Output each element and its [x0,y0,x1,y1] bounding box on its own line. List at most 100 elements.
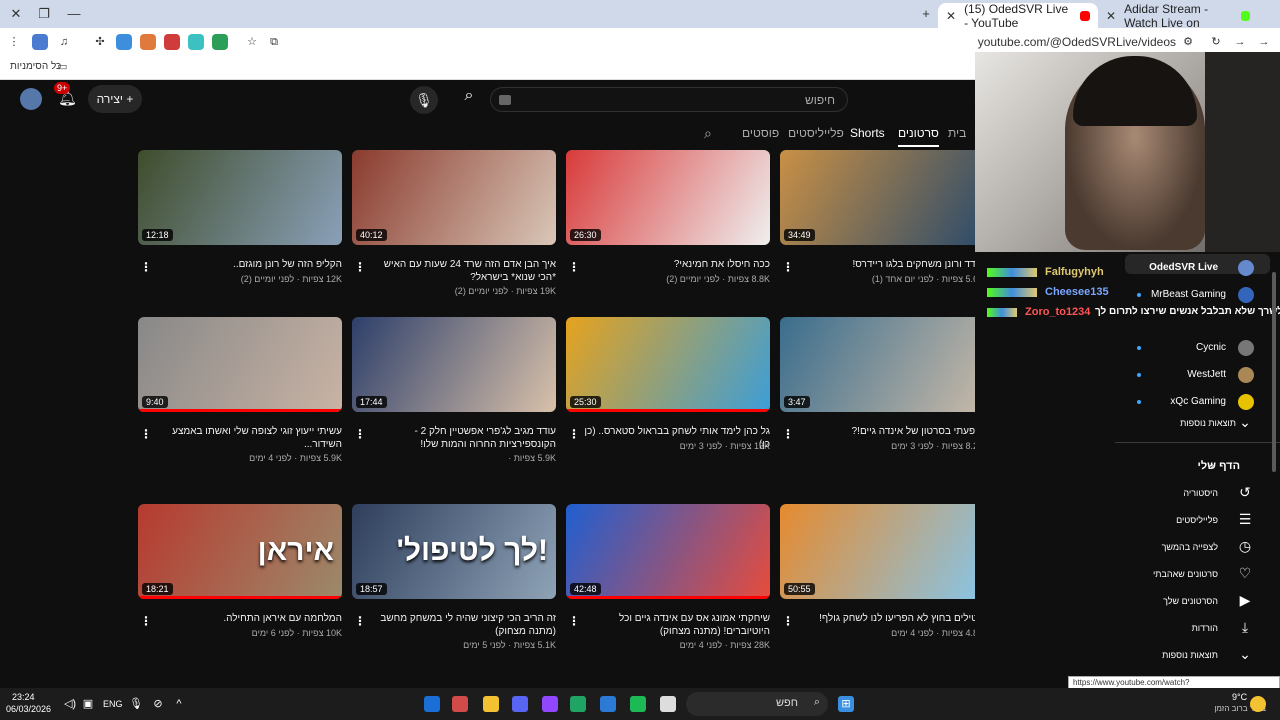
steam-icon[interactable] [424,696,440,712]
notepad-icon[interactable] [660,696,676,712]
more-options-icon[interactable]: ⋮ [568,260,580,274]
sidebar-channel-name[interactable]: OdedSVR Live [1149,262,1218,273]
maximize-window-icon[interactable]: ❐ [36,6,52,22]
sidebar-item-label[interactable]: הורדות [1192,623,1218,633]
tab-videos[interactable]: סרטונים [898,126,939,147]
video-thumbnail[interactable]: 'לך לטיפול! 18:57 [352,504,556,599]
extension-icon[interactable] [116,34,132,50]
forward-icon[interactable]: → [1232,34,1248,50]
extension-icon[interactable] [140,34,156,50]
chrome-icon[interactable] [570,696,586,712]
sidebar-channel-name[interactable]: MrBeast Gaming [1151,289,1226,300]
more-options-icon[interactable]: ⋮ [354,260,366,274]
new-tab-icon[interactable]: + [918,6,934,21]
more-options-icon[interactable]: ⋮ [354,614,366,628]
sidebar-item-label[interactable]: פלייליסטים [1176,515,1218,525]
bookmark-star-icon[interactable]: ☆ [244,34,260,50]
clock-time[interactable]: 23:24 [12,692,35,702]
video-title[interactable]: שיחקתי אמונג אס עם אינדה גיים וכל היוטיו… [584,612,770,638]
video-card[interactable]: 17:44 עודד מגיב לג'פרי אפשטיין חלק 2 - הק… [352,317,556,463]
sidebar-channel-name[interactable]: xQc Gaming [1170,396,1226,407]
video-thumbnail[interactable]: 42:48 [566,504,770,599]
video-title[interactable]: זה הריב הכי קיצוני שהיה לי במשחק מחשב (מ… [370,612,556,638]
video-card[interactable]: 12:18 הקליפ הזה של רונן מוגזם.. ⋮ 12K צפיות… [138,150,342,284]
site-info-icon[interactable]: ⚙ [1180,34,1196,50]
obs-icon[interactable] [542,696,558,712]
channel-avatar[interactable] [1238,340,1254,356]
close-window-icon[interactable]: ✕ [8,6,24,22]
video-title[interactable]: עודד ורונן משחקים בלגו ריידרס! [798,258,984,271]
channel-search-icon[interactable]: ⌕ [704,125,712,142]
sidebar-item-label[interactable]: הסרטונים שלך [1163,596,1218,606]
more-options-icon[interactable]: ⋮ [568,614,580,628]
tab-home[interactable]: בית [948,126,966,140]
menu-dots-icon[interactable]: ⋮ [6,34,22,50]
video-thumbnail[interactable]: 34:49 [780,150,984,245]
start-icon[interactable]: ⊞ [838,696,854,712]
video-title[interactable]: ככה חיסלו את חמינאי? [584,258,770,271]
video-card[interactable]: 25:30 גל כהן לימד אותי לשחק בבראול סטארס.… [566,317,770,451]
video-thumbnail[interactable]: 17:44 [352,317,556,412]
video-thumbnail[interactable]: 9:40 [138,317,342,412]
discord-icon[interactable] [512,696,528,712]
more-options-icon[interactable]: ⋮ [140,260,152,274]
minimize-window-icon[interactable]: — [66,6,82,21]
weather-temp[interactable]: 9°C [1232,692,1247,702]
clock-date[interactable]: 06/03/2026 [6,704,51,714]
video-title[interactable]: איך הבן אדם הזה שרד 24 שעות עם האיש *הכי… [370,258,556,284]
video-card[interactable]: 34:49 עודד ורונן משחקים בלגו ריידרס! ⋮ 5.6K… [780,150,984,284]
video-title[interactable]: עשיתי ייעוץ זוגי לצופה שלי ואשתו באמצע ה… [156,425,342,451]
tab-kick[interactable]: ✕ Adidar Stream - Watch Live on [1098,2,1258,30]
back-icon[interactable]: → [1256,34,1272,50]
sidebar-item-label[interactable]: היסטוריה [1183,488,1218,498]
channel-avatar[interactable] [1238,367,1254,383]
video-card[interactable]: 3:47 הופעתי בסרטון של אינדה גיים!? ⋮ 8.2K צ… [780,317,984,451]
show-more-channels[interactable]: תוצאות נוספות [1180,418,1236,428]
extension-icon[interactable] [212,34,228,50]
chevron-down-icon[interactable]: ⌄ [1237,414,1253,431]
app-grid-icon[interactable] [600,696,616,712]
all-bookmarks-label[interactable]: כל הסימניות [10,61,61,72]
more-options-icon[interactable]: ⋮ [782,427,794,441]
video-thumbnail[interactable]: 25:30 [566,317,770,412]
more-options-icon[interactable]: ⋮ [782,260,794,274]
more-options-icon[interactable]: ⋮ [140,427,152,441]
install-app-icon[interactable]: ⧉ [266,34,282,50]
media-icon[interactable]: ♫ [56,34,72,50]
video-title[interactable]: הקליפ הזה של רונן מוגזם.. [156,258,342,271]
extension-icon[interactable] [188,34,204,50]
video-card[interactable]: 'לך לטיפול! 18:57 זה הריב הכי קיצוני שהיה … [352,504,556,650]
keyboard-icon[interactable] [499,95,511,105]
taskbar-search[interactable]: חפש ⌕ [686,692,828,716]
video-thumbnail[interactable]: 26:30 [566,150,770,245]
channel-avatar[interactable] [1238,394,1254,410]
spotify-icon[interactable] [630,696,646,712]
video-card[interactable]: 26:30 ככה חיסלו את חמינאי? ⋮ 8.8K צפיות · ל… [566,150,770,284]
video-card[interactable]: 40:12 איך הבן אדם הזה שרד 24 שעות עם האיש… [352,150,556,296]
more-options-icon[interactable]: ⋮ [782,614,794,628]
tab-close-icon[interactable]: ✕ [946,9,956,23]
sidebar-channel-name[interactable]: Cycnic [1196,342,1226,353]
reload-icon[interactable]: ↻ [1208,34,1224,50]
tab-close-icon[interactable]: ✕ [1106,9,1116,23]
search-icon[interactable]: ⌕ [453,87,485,112]
video-card[interactable]: איראן 18:21 המלחמה עם איראן התחילה. ⋮ 10K צפ… [138,504,342,638]
extensions-icon[interactable]: ✣ [92,34,108,50]
file-explorer-icon[interactable] [483,696,499,712]
create-button[interactable]: יצירה + [88,85,142,113]
volume-icon[interactable]: ◁) [62,696,78,712]
channel-avatar[interactable] [1238,260,1254,276]
channel-avatar[interactable] [1238,287,1254,303]
tab-playlists[interactable]: פלייליסטים [788,126,844,140]
language-indicator[interactable]: ENG [103,699,123,709]
sidebar-channel-name[interactable]: WestJett [1187,369,1226,380]
video-title[interactable]: המלחמה עם איראן התחילה. [156,612,342,625]
video-thumbnail[interactable]: 12:18 [138,150,342,245]
video-thumbnail[interactable]: 40:12 [352,150,556,245]
scrollbar[interactable] [1272,272,1276,472]
tab-posts[interactable]: פוסטים [742,126,779,140]
video-thumbnail[interactable]: 50:55 [780,504,984,599]
video-card[interactable]: 42:48 שיחקתי אמונג אס עם אינדה גיים וכל ה… [566,504,770,650]
voice-search-icon[interactable]: 🎙︎ [410,86,438,114]
address-bar[interactable]: youtube.com/@OdedSVRLive/videos [978,35,1176,49]
